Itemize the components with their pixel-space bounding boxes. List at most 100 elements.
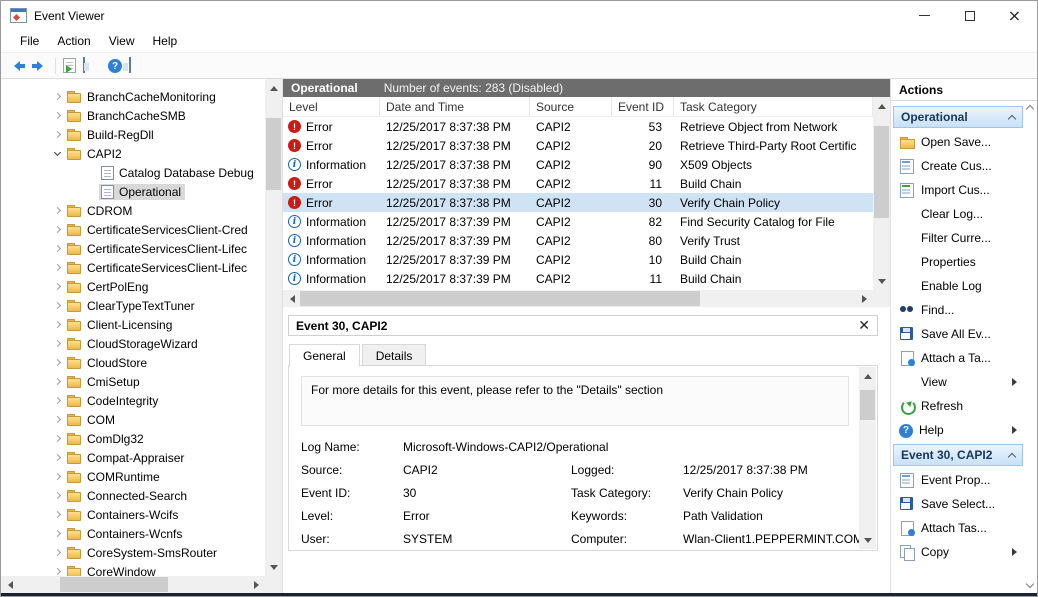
event-row[interactable]: Information 12/25/2017 8:37:39 PM CAPI2 … (283, 250, 873, 269)
scroll-up-button[interactable] (859, 367, 876, 384)
scrollbar-thumb[interactable] (60, 577, 168, 592)
tree-item[interactable]: Compat-Appraiser (1, 448, 265, 467)
tree-item[interactable]: BranchCacheSMB (1, 106, 265, 125)
scroll-right-button[interactable] (856, 290, 873, 307)
help-icon[interactable]: ? (108, 59, 122, 73)
preview-splitter[interactable] (283, 307, 890, 315)
tab-general[interactable]: General (289, 344, 360, 367)
event-row[interactable]: Error 12/25/2017 8:37:38 PM CAPI2 20 Ret… (283, 136, 873, 155)
expander-icon[interactable] (51, 261, 65, 275)
tree-item[interactable]: CertPolEng (1, 277, 265, 296)
expander-icon[interactable] (51, 508, 65, 522)
action-item[interactable]: Enable Log (893, 274, 1023, 298)
scrollbar-thumb[interactable] (860, 390, 875, 420)
tree-item[interactable]: CodeIntegrity (1, 391, 265, 410)
action-item[interactable]: Create Cus... (893, 154, 1023, 178)
expander-icon[interactable] (85, 185, 99, 199)
action-section-event[interactable]: Event 30, CAPI2 (893, 444, 1023, 466)
expander-icon[interactable] (51, 356, 65, 370)
tree-item[interactable]: COM (1, 410, 265, 429)
preview-close-icon[interactable]: ✕ (858, 319, 870, 333)
expander-icon[interactable] (51, 527, 65, 541)
tree-item[interactable]: Containers-Wcifs (1, 505, 265, 524)
event-row[interactable]: Information 12/25/2017 8:37:39 PM CAPI2 … (283, 269, 873, 288)
scroll-down-button[interactable] (859, 532, 876, 549)
expander-icon[interactable] (51, 451, 65, 465)
tree-item[interactable]: CoreSystem-SmsRouter (1, 543, 265, 562)
tree-item[interactable]: Operational (1, 182, 265, 201)
expander-icon[interactable] (51, 128, 65, 142)
preview-vertical-scrollbar[interactable] (859, 367, 876, 549)
action-section-operational[interactable]: Operational (893, 106, 1023, 128)
tree-item[interactable]: CertificateServicesClient-Lifec (1, 258, 265, 277)
tree-item[interactable]: CertificateServicesClient-Lifec (1, 239, 265, 258)
expander-icon[interactable] (51, 413, 65, 427)
expander-icon[interactable] (51, 299, 65, 313)
column-header-source[interactable]: Source (530, 97, 612, 116)
collapse-section-icon[interactable] (1008, 452, 1016, 460)
scroll-left-button[interactable] (1, 576, 18, 593)
tree-horizontal-scrollbar[interactable] (1, 576, 265, 593)
expander-icon[interactable] (51, 337, 65, 351)
action-item[interactable]: Properties (893, 250, 1023, 274)
expander-icon[interactable] (51, 565, 65, 577)
event-row[interactable]: Error 12/25/2017 8:37:38 PM CAPI2 30 Ver… (283, 193, 873, 212)
column-header-task-category[interactable]: Task Category (674, 97, 873, 116)
action-item[interactable]: Save Select... (893, 492, 1023, 516)
column-header-date-time[interactable]: Date and Time (380, 97, 530, 116)
tree-item[interactable]: CDROM (1, 201, 265, 220)
expander-icon[interactable] (51, 470, 65, 484)
event-row[interactable]: Information 12/25/2017 8:37:39 PM CAPI2 … (283, 231, 873, 250)
list-horizontal-scrollbar[interactable] (283, 290, 890, 307)
menu-help[interactable]: Help (144, 32, 187, 50)
tree-item[interactable]: CoreWindow (1, 562, 265, 576)
expander-icon[interactable] (51, 394, 65, 408)
tree-item[interactable]: BranchCacheMonitoring (1, 87, 265, 106)
tree-item[interactable]: Client-Licensing (1, 315, 265, 334)
expander-icon[interactable] (51, 109, 65, 123)
action-item[interactable]: Open Save... (893, 130, 1023, 154)
scroll-up-button[interactable] (873, 97, 890, 114)
scroll-left-button[interactable] (283, 290, 300, 307)
action-item[interactable]: Attach a Ta... (893, 346, 1023, 370)
tree-item[interactable]: Connected-Search (1, 486, 265, 505)
tree-vertical-scrollbar[interactable] (265, 79, 282, 576)
tree-item[interactable]: Catalog Database Debug (1, 163, 265, 182)
menu-file[interactable]: File (11, 32, 48, 50)
event-row[interactable]: Information 12/25/2017 8:37:38 PM CAPI2 … (283, 155, 873, 174)
scroll-down-button[interactable] (873, 273, 890, 290)
tree-item[interactable]: COMRuntime (1, 467, 265, 486)
expander-icon[interactable] (51, 489, 65, 503)
collapse-section-icon[interactable] (1008, 114, 1016, 122)
action-item[interactable]: Filter Curre... (893, 226, 1023, 250)
show-action-pane-icon[interactable] (129, 57, 131, 73)
action-item[interactable]: Copy (893, 540, 1023, 564)
scrollbar-thumb[interactable] (874, 126, 889, 218)
expander-icon[interactable] (51, 546, 65, 560)
actions-scroll-strip[interactable] (1024, 101, 1037, 593)
action-item[interactable]: Refresh (893, 394, 1023, 418)
event-row[interactable]: Error 12/25/2017 8:37:38 PM CAPI2 11 Bui… (283, 174, 873, 193)
expander-icon[interactable] (51, 375, 65, 389)
tree-item[interactable]: CloudStore (1, 353, 265, 372)
expander-icon[interactable] (51, 432, 65, 446)
scrollbar-thumb[interactable] (266, 118, 281, 190)
action-item[interactable]: Event Prop... (893, 468, 1023, 492)
maximize-button[interactable] (947, 1, 992, 30)
tree-item[interactable]: CloudStorageWizard (1, 334, 265, 353)
scroll-up-button[interactable] (265, 79, 282, 96)
tab-details[interactable]: Details (362, 344, 427, 366)
expander-icon[interactable] (51, 318, 65, 332)
tree-item[interactable]: CAPI2 (1, 144, 265, 163)
action-item[interactable]: Attach Tas... (893, 516, 1023, 540)
event-row[interactable]: Error 12/25/2017 8:37:38 PM CAPI2 53 Ret… (283, 117, 873, 136)
list-vertical-scrollbar[interactable] (873, 97, 890, 290)
column-header-event-id[interactable]: Event ID (612, 97, 674, 116)
export-list-icon[interactable] (63, 58, 76, 73)
tree-item[interactable]: CertificateServicesClient-Cred (1, 220, 265, 239)
column-header-level[interactable]: Level (283, 97, 380, 116)
expander-icon[interactable] (51, 223, 65, 237)
tree-item[interactable]: ClearTypeTextTuner (1, 296, 265, 315)
menu-view[interactable]: View (100, 32, 144, 50)
expander-icon[interactable] (51, 147, 65, 161)
